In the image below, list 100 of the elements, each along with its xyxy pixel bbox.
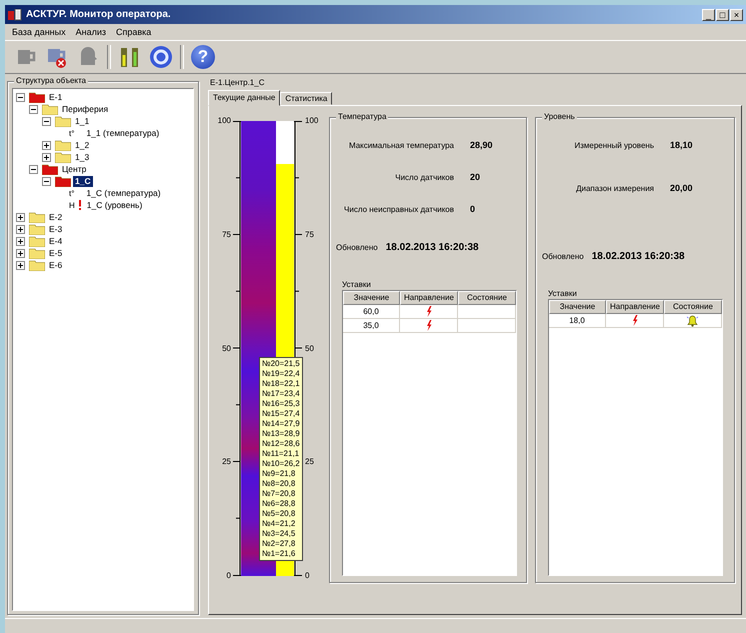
tooltip-line: №6=28,8 — [262, 499, 296, 509]
lightning-icon — [426, 320, 432, 331]
tree-item[interactable]: E-5 — [47, 248, 64, 258]
tooltip-line: №16=25,3 — [262, 399, 300, 409]
expander-icon[interactable] — [16, 248, 25, 258]
tree-item[interactable]: E-6 — [47, 260, 64, 270]
updated-label: Обновлено — [542, 252, 584, 261]
field-value: 0 — [470, 204, 476, 214]
updated-value: 18.02.2013 16:20:38 — [592, 251, 685, 262]
scale-label: 25 — [305, 457, 315, 468]
scale-label: 0 — [305, 571, 310, 581]
lightning-icon — [426, 306, 432, 317]
scale-label: 75 — [221, 230, 231, 240]
scale-label: 50 — [305, 344, 315, 354]
field-label: Максимальная температура — [348, 140, 454, 150]
expander-icon[interactable] — [16, 224, 25, 234]
field-label: Измеренный уровень — [573, 140, 654, 150]
table-cell: 35,0 — [343, 319, 400, 333]
column-header[interactable]: Направление — [606, 300, 664, 314]
expander-icon[interactable] — [29, 164, 38, 174]
menu-item[interactable]: Анализ — [76, 27, 106, 37]
tooltip-line: №11=21,1 — [262, 449, 300, 459]
scale-label: 100 — [305, 116, 320, 126]
window-control[interactable]: _ — [702, 8, 715, 20]
tooltip-line: №9=21,8 — [262, 469, 296, 479]
field-value: 28,90 — [470, 140, 494, 150]
tooltip-line: №13=28,9 — [262, 429, 300, 439]
column-header[interactable]: Значение — [343, 291, 400, 305]
menu-item[interactable]: База данных — [12, 27, 66, 37]
tree-item[interactable]: E-1 — [47, 92, 64, 102]
table-cell: 18,0 — [549, 314, 606, 328]
tooltip-line: №4=21,2 — [262, 519, 296, 529]
tree-item[interactable]: Периферия — [60, 104, 110, 114]
expander-icon[interactable] — [42, 140, 51, 150]
scale-label: 100 — [216, 116, 231, 126]
tree-item[interactable]: 1_C (температура) — [84, 188, 163, 198]
tooltip-line: №8=20,8 — [262, 479, 296, 489]
tooltip-line: №3=24,5 — [262, 529, 296, 539]
tooltip-line: №20=21,5 — [262, 359, 300, 369]
sensor-type: t° — [69, 188, 74, 198]
tree-item[interactable]: 1_1 (температура) — [84, 128, 162, 138]
group-title: Температура — [336, 112, 388, 122]
expander-icon[interactable] — [16, 260, 25, 270]
window-title: АСКТУР. Монитор оператора. — [26, 9, 172, 20]
tooltip-line: №17=23,4 — [262, 389, 300, 399]
tooltip-line: №10=26,2 — [262, 459, 300, 469]
tooltip-line: №2=27,8 — [262, 539, 296, 549]
menu-item[interactable]: Справка — [116, 27, 152, 37]
tooltip-line: №5=20,8 — [262, 509, 296, 519]
tooltip-line: №1=21,6 — [262, 549, 296, 559]
column-header[interactable]: Значение — [549, 300, 606, 314]
tree-item[interactable]: 1_C (уровень) — [84, 200, 144, 210]
field-label: Число неисправных датчиков — [343, 204, 454, 214]
lightning-icon — [632, 315, 638, 326]
refresh-icon[interactable] — [149, 45, 173, 69]
tree-item[interactable]: Центр — [60, 164, 88, 174]
field-value: 20,00 — [670, 183, 694, 193]
sensor-type: H — [69, 200, 75, 210]
tooltip-line: №14=27,9 — [262, 419, 300, 429]
setpoints-title: Уставки — [548, 289, 578, 298]
field-label: Число датчиков — [394, 172, 454, 182]
expander-icon[interactable] — [42, 152, 51, 162]
panel-title: Структура объекта — [14, 76, 88, 86]
tree-item[interactable]: 1_1 — [73, 116, 92, 126]
tooltip-line: №15=27,4 — [262, 409, 300, 419]
tab[interactable]: Текущие данные — [208, 90, 280, 106]
field-value: 18,10 — [670, 140, 694, 150]
tooltip-line: №12=28,6 — [262, 439, 300, 449]
expander-icon[interactable] — [42, 176, 51, 186]
scale-label: 25 — [221, 457, 231, 468]
column-header[interactable]: Направление — [400, 291, 458, 305]
updated-value: 18.02.2013 16:20:38 — [386, 242, 479, 253]
expander-icon[interactable] — [29, 104, 38, 114]
scale-label: 50 — [221, 344, 231, 354]
tree-item[interactable]: E-4 — [47, 236, 64, 246]
app-icon — [8, 8, 22, 20]
object-path: E-1.Центр.1_C — [209, 77, 266, 88]
updated-label: Обновлено — [336, 243, 378, 252]
tree-item[interactable]: 1_2 — [73, 140, 92, 150]
window-control[interactable]: □ — [716, 8, 729, 20]
expander-icon[interactable] — [16, 212, 25, 222]
help-button[interactable]: ? — [191, 45, 215, 69]
field-value: 20 — [470, 172, 482, 182]
expander-icon[interactable] — [42, 116, 51, 126]
tree-item[interactable]: E-2 — [47, 212, 64, 222]
tree-item[interactable]: 1_C — [73, 176, 93, 186]
expander-icon[interactable] — [16, 236, 25, 246]
window-control[interactable]: × — [730, 8, 743, 20]
column-header[interactable]: Состояние — [664, 300, 722, 314]
tree-item[interactable]: E-3 — [47, 224, 64, 234]
tab[interactable]: Статистика — [280, 92, 332, 105]
tooltip-line: №18=22,1 — [262, 379, 300, 389]
tree-item[interactable]: 1_3 — [73, 152, 92, 162]
table-cell: 60,0 — [343, 305, 400, 319]
scale-label: 0 — [226, 571, 231, 581]
group-title: Уровень — [542, 112, 577, 122]
expander-icon[interactable] — [16, 92, 25, 102]
sensor-type: t° — [69, 128, 74, 138]
column-header[interactable]: Состояние — [458, 291, 516, 305]
field-label: Диапазон измерения — [575, 184, 654, 192]
